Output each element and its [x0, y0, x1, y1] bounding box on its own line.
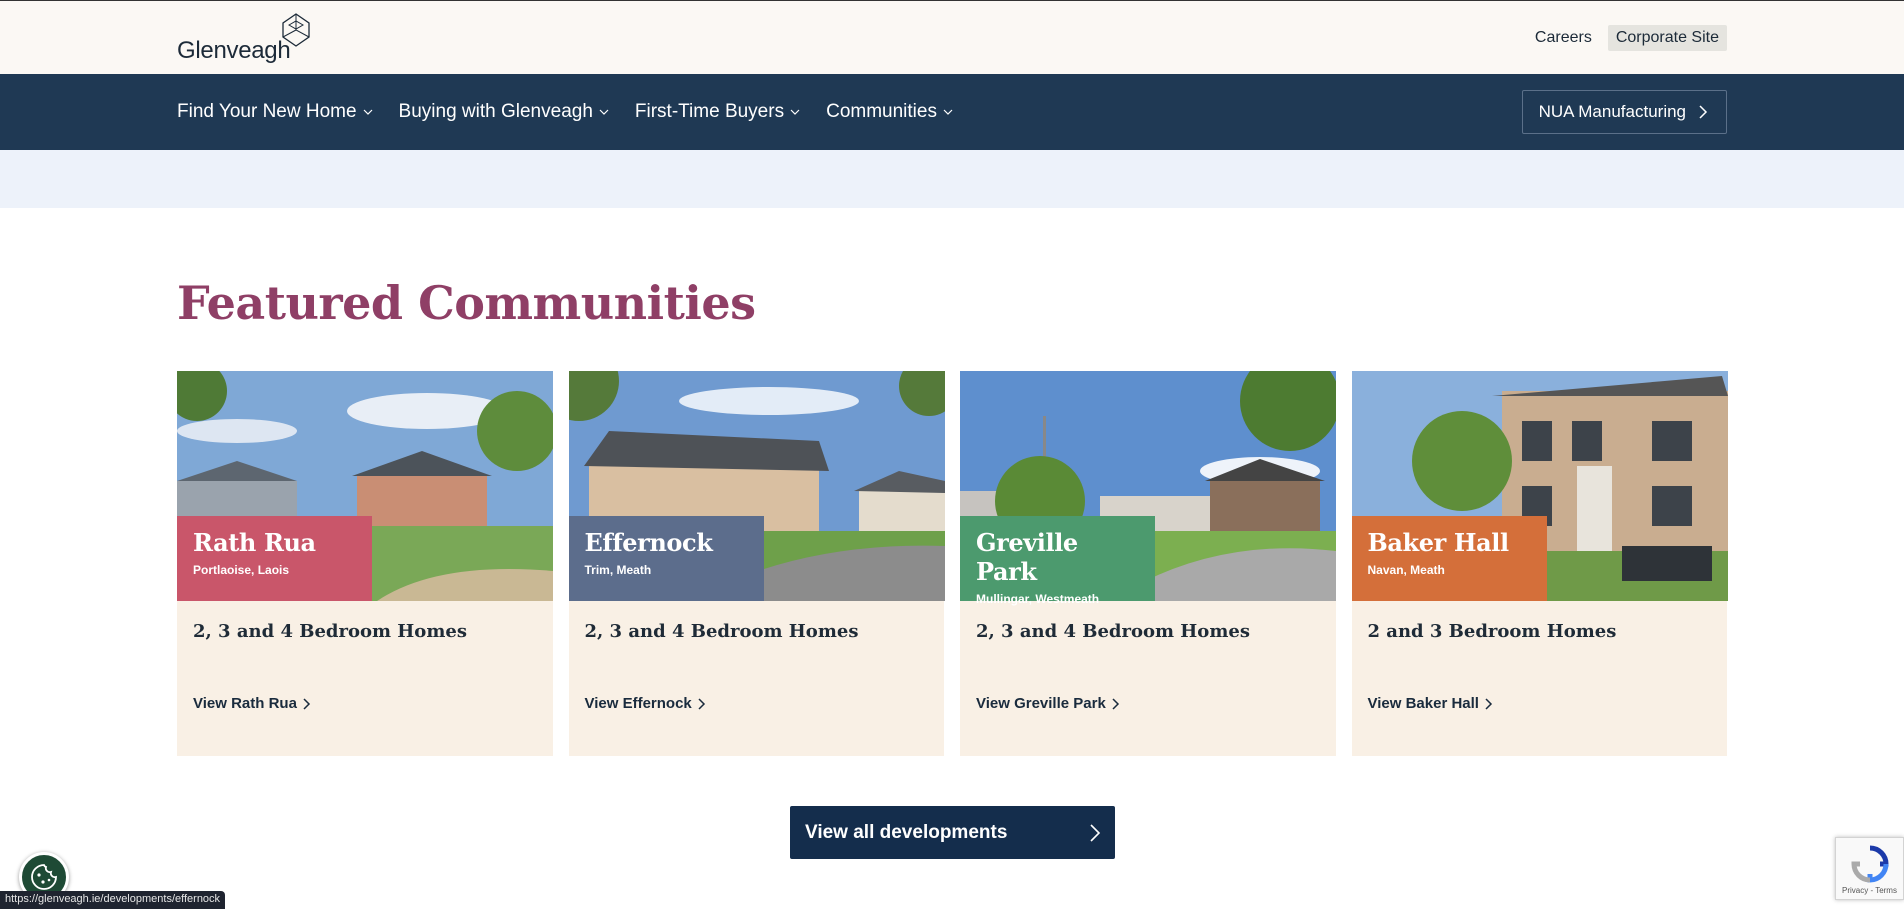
recaptcha-text[interactable]: Privacy - Terms	[1842, 886, 1897, 895]
chevron-right-icon	[1699, 105, 1708, 119]
community-label: Greville Park Mullingar, Westmeath	[960, 516, 1155, 606]
community-bedrooms: 2 and 3 Bedroom Homes	[1367, 621, 1617, 642]
glenveagh-logo[interactable]: Glenveagh	[177, 13, 312, 64]
community-location: Portlaoise, Laois	[193, 563, 290, 577]
corporate-site-link[interactable]: Corporate Site	[1607, 25, 1727, 51]
chevron-down-icon	[363, 109, 372, 115]
view-effernock-link[interactable]: View Effernock	[585, 695, 706, 712]
community-location: Mullingar, Westmeath	[976, 592, 1100, 606]
recaptcha-badge[interactable]: Privacy - Terms	[1835, 837, 1904, 900]
community-name: Effernock	[584, 528, 713, 557]
community-card[interactable]: Effernock Trim, Meath 2, 3 and 4 Bedroom…	[568, 371, 945, 756]
nav-buying-with-glenveagh[interactable]: Buying with Glenveagh	[399, 101, 609, 123]
view-greville-park-link[interactable]: View Greville Park	[976, 695, 1120, 712]
view-all-developments-button[interactable]: View all developments	[790, 806, 1115, 859]
community-location: Navan, Meath	[1367, 563, 1445, 577]
careers-link[interactable]: Careers	[1527, 25, 1600, 51]
chevron-down-icon	[599, 109, 609, 115]
utility-links: Careers Corporate Site	[1527, 25, 1727, 51]
community-label: Effernock Trim, Meath	[568, 516, 764, 601]
community-name: Rath Rua	[193, 528, 316, 557]
nav-item-label: Buying with Glenveagh	[398, 101, 593, 122]
community-name: Greville Park	[976, 528, 1078, 586]
section-title: Featured Communities	[177, 276, 756, 330]
community-bedrooms: 2, 3 and 4 Bedroom Homes	[584, 621, 859, 642]
view-rath-rua-link[interactable]: View Rath Rua	[193, 695, 311, 712]
hero-band	[0, 150, 1904, 208]
chevron-right-icon	[303, 697, 310, 710]
recaptcha-icon	[1851, 845, 1889, 883]
nav-item-label: First-Time Buyers	[634, 101, 785, 122]
chevron-right-icon	[698, 697, 705, 710]
chevron-right-icon	[1485, 697, 1493, 710]
community-card[interactable]: Baker Hall Navan, Meath 2 and 3 Bedroom …	[1351, 371, 1728, 756]
cookie-icon	[31, 864, 57, 890]
community-name: Baker Hall	[1367, 528, 1510, 557]
community-card[interactable]: Rath Rua Portlaoise, Laois 2, 3 and 4 Be…	[177, 371, 553, 756]
community-label: Rath Rua Portlaoise, Laois	[177, 516, 372, 601]
cta-label: View all developments	[805, 821, 1008, 843]
nua-button-label: NUA Manufacturing	[1538, 102, 1686, 121]
link-label: View Greville Park	[976, 695, 1106, 712]
nav-communities[interactable]: Communities	[826, 101, 953, 123]
status-bar-url: https://glenveagh.ie/developments/effern…	[0, 891, 226, 909]
view-baker-hall-link[interactable]: View Baker Hall	[1368, 695, 1493, 712]
community-label: Baker Hall Navan, Meath	[1351, 516, 1547, 601]
top-bar: Glenveagh Careers Corporate Site	[0, 0, 1904, 74]
nav-first-time-buyers[interactable]: First-Time Buyers	[635, 101, 800, 123]
nav-item-label: Find Your New Home	[177, 101, 357, 122]
nua-manufacturing-button[interactable]: NUA Manufacturing	[1521, 90, 1727, 134]
chevron-down-icon	[943, 109, 953, 115]
chevron-right-icon	[1090, 823, 1101, 842]
chevron-right-icon	[1112, 697, 1119, 710]
community-bedrooms: 2, 3 and 4 Bedroom Homes	[976, 621, 1250, 642]
link-label: View Baker Hall	[1367, 695, 1479, 712]
nav-find-your-new-home[interactable]: Find Your New Home	[177, 101, 373, 123]
community-bedrooms: 2, 3 and 4 Bedroom Homes	[193, 621, 467, 642]
link-label: View Effernock	[584, 695, 692, 712]
community-card[interactable]: Greville Park Mullingar, Westmeath 2, 3 …	[960, 371, 1336, 756]
community-location: Trim, Meath	[584, 563, 652, 577]
nav-item-label: Communities	[826, 101, 937, 122]
featured-communities-list: Rath Rua Portlaoise, Laois 2, 3 and 4 Be…	[177, 371, 1728, 756]
logo-text: Glenveagh	[177, 37, 291, 64]
chevron-down-icon	[790, 109, 800, 115]
main-navigation: Find Your New Home Buying with Glenveagh…	[0, 74, 1904, 150]
link-label: View Rath Rua	[193, 695, 297, 712]
